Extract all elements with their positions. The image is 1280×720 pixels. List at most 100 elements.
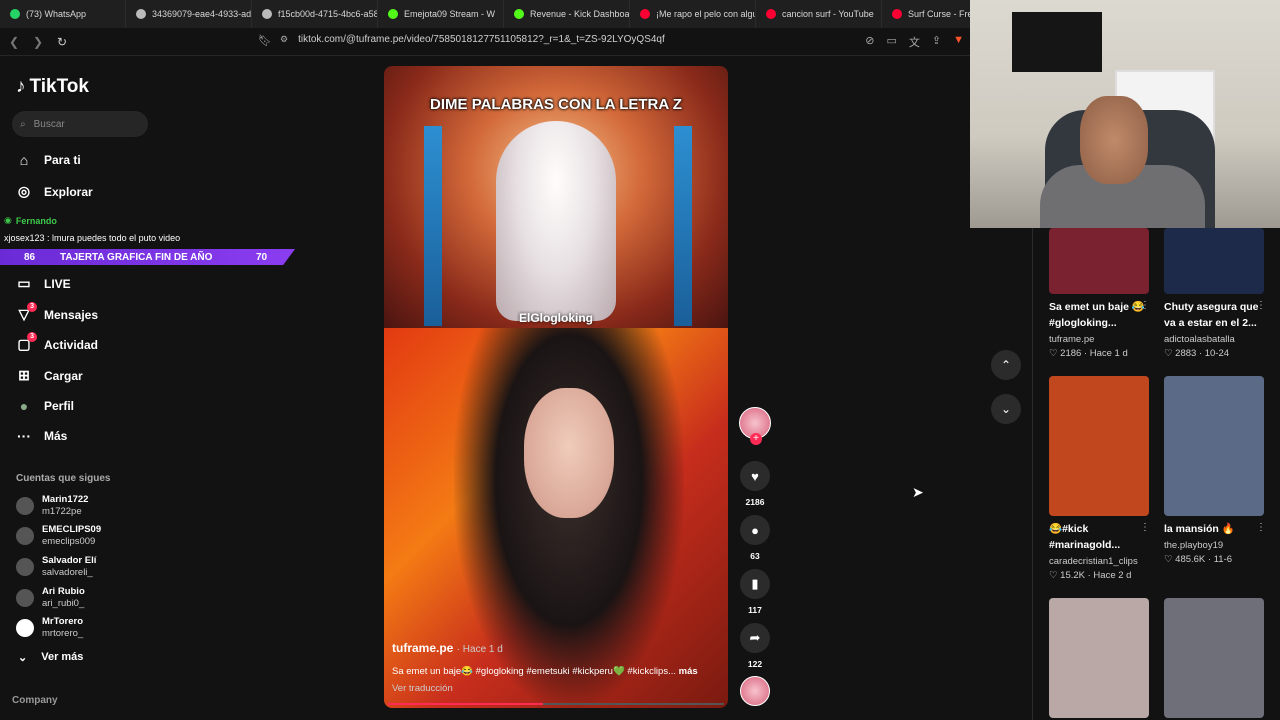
- mouse-cursor-icon: ➤: [912, 484, 924, 500]
- brave-icon[interactable]: ▼: [953, 34, 964, 50]
- related-thumbnail[interactable]: [1164, 228, 1264, 294]
- next-video-button[interactable]: ⌄: [991, 394, 1021, 424]
- more-link[interactable]: más: [679, 666, 698, 677]
- save-count: 117: [748, 605, 762, 615]
- author-name: tuframe.pe: [392, 641, 454, 655]
- tab-youtube-3[interactable]: Surf Curse - Frea: [882, 0, 970, 28]
- bookmark-icon[interactable]: 🔖︎: [258, 34, 272, 47]
- more-options-icon[interactable]: ⋮: [1140, 522, 1150, 533]
- banner-text: TAJERTA GRAFICA FIN DE AÑO: [60, 251, 213, 263]
- tab-kick-dashboard[interactable]: Revenue - Kick Dashboard: [504, 0, 630, 28]
- video-player[interactable]: DIME PALABRAS CON LA LETRA Z ElGloglokin…: [384, 66, 728, 708]
- back-icon[interactable]: ❮: [4, 32, 24, 52]
- youtube-icon: [766, 9, 776, 19]
- logo-text: TikTok: [29, 76, 89, 97]
- related-user[interactable]: adictoalasbatalla: [1164, 334, 1235, 345]
- forward-icon[interactable]: ❯: [28, 32, 48, 52]
- following-name: EMECLIPS09: [42, 524, 102, 535]
- following-item[interactable]: Marin1722 m1722pe: [16, 494, 88, 517]
- sidebar: ♪ TikTok ⌕ Buscar ⌂ Para ti ◎ Explorar ◉ Fern…: [0, 56, 300, 720]
- translate-link[interactable]: Ver traducción: [392, 683, 453, 694]
- nav-label: Perfil: [44, 399, 75, 413]
- related-user[interactable]: tuframe.pe: [1049, 334, 1094, 345]
- url-field[interactable]: ⚙ tiktok.com/@tuframe.pe/video/7585018127…: [280, 34, 665, 45]
- related-title[interactable]: Chuty asegura que va a estar en el 2...: [1164, 299, 1260, 331]
- chevron-up-icon: ⌃: [1000, 358, 1012, 372]
- nav-live[interactable]: ▭ LIVE: [16, 275, 71, 292]
- following-item[interactable]: EMECLIPS09 emeclips009: [16, 524, 101, 547]
- nav-perfil[interactable]: ● Perfil: [16, 398, 74, 414]
- search-input[interactable]: ⌕ Buscar: [12, 111, 148, 137]
- nav-label: LIVE: [44, 276, 71, 291]
- url-actions: ⊘ ▭ 文 ⇪ ▼: [865, 34, 964, 50]
- related-title[interactable]: la mansión 🔥: [1164, 521, 1260, 537]
- nav-explorar[interactable]: ◎ Explorar: [16, 183, 93, 200]
- nav-mensajes[interactable]: ▽ 3 Mensajes: [16, 302, 99, 323]
- avatar: [16, 588, 34, 607]
- related-thumbnail[interactable]: [1164, 376, 1264, 516]
- tab-doc-2[interactable]: f15cb00d-4715-4bc6-a58: [252, 0, 378, 28]
- related-thumbnail[interactable]: [1049, 376, 1149, 516]
- chat-badge-icon: ◉: [4, 215, 12, 225]
- avatar: [16, 618, 34, 637]
- tab-whatsapp[interactable]: (73) WhatsApp: [0, 0, 126, 28]
- tiktok-logo[interactable]: ♪ TikTok: [16, 76, 89, 98]
- video-author[interactable]: tuframe.pe · Hace 1 d: [392, 641, 503, 655]
- more-options-icon[interactable]: ⋮: [1256, 522, 1266, 533]
- previous-video-button[interactable]: ⌃: [991, 350, 1021, 380]
- save-button[interactable]: ▮ 117: [740, 569, 770, 615]
- tab-label: f15cb00d-4715-4bc6-a58: [278, 9, 378, 19]
- share-icon[interactable]: ⇪: [932, 34, 941, 50]
- following-username: ari_rubi0_: [42, 598, 85, 609]
- video-progress-bar[interactable]: [388, 703, 724, 705]
- follow-plus-icon[interactable]: +: [750, 433, 762, 445]
- related-title[interactable]: Sa emet un baje 😂#glogloking...: [1049, 299, 1145, 331]
- reload-icon[interactable]: ↻: [52, 32, 72, 52]
- search-placeholder: Buscar: [33, 118, 65, 130]
- company-link[interactable]: Company: [12, 695, 58, 706]
- compass-icon: ◎: [17, 183, 31, 199]
- translate-icon[interactable]: 文: [909, 34, 920, 50]
- tab-label: Surf Curse - Frea: [908, 9, 970, 19]
- tab-kick-stream[interactable]: Emejota09 Stream - W: [378, 0, 504, 28]
- more-options-icon[interactable]: ⋮: [1140, 300, 1150, 311]
- following-name: Marin1722: [42, 494, 89, 505]
- nav-para-ti[interactable]: ⌂ Para ti: [16, 152, 81, 168]
- chat-username: Fernando: [15, 215, 57, 226]
- tab-label: cancion surf - YouTube: [782, 9, 874, 19]
- nav-label: Mensajes: [44, 307, 99, 322]
- video-face: [524, 388, 614, 518]
- following-name: Ari Rubio: [42, 586, 85, 597]
- avatar: [16, 557, 34, 576]
- video-figure: [496, 121, 616, 321]
- related-thumbnail[interactable]: [1164, 598, 1264, 718]
- following-item[interactable]: Ari Rubio ari_rubi0_: [16, 586, 85, 609]
- following-item[interactable]: MrTorero mrtorero_: [16, 616, 83, 639]
- tab-youtube-1[interactable]: ¡Me rapo el pelo con algu: [630, 0, 756, 28]
- banner-right-value: 70: [256, 251, 268, 263]
- nav-actividad[interactable]: ▢ 3 Actividad: [16, 332, 98, 353]
- cast-icon[interactable]: ▭: [886, 34, 896, 50]
- comment-icon: ●: [740, 515, 770, 545]
- tab-youtube-2[interactable]: cancion surf - YouTube: [756, 0, 882, 28]
- share-button[interactable]: ➦ 122: [740, 623, 770, 669]
- site-info-icon: ⚙: [280, 34, 289, 44]
- more-options-icon[interactable]: ⋮: [1256, 300, 1266, 311]
- tab-doc-1[interactable]: 34369079-eae4-4933-add: [126, 0, 252, 28]
- sound-avatar[interactable]: [740, 676, 770, 706]
- related-title[interactable]: 😂#kick #marinagold...: [1049, 521, 1145, 553]
- tab-label: ¡Me rapo el pelo con algu: [656, 9, 756, 19]
- nav-cargar[interactable]: ⊞ Cargar: [16, 367, 83, 384]
- ver-mas-button[interactable]: ⌄ Ver más: [18, 651, 83, 664]
- comment-button[interactable]: ● 63: [740, 515, 770, 561]
- related-user[interactable]: the.playboy19: [1164, 540, 1223, 551]
- nav-mas[interactable]: ··· Más: [16, 428, 67, 444]
- mute-icon[interactable]: ⊘: [865, 34, 874, 50]
- related-thumbnail[interactable]: [1049, 598, 1149, 718]
- following-item[interactable]: Salvador Elí salvadoreli_: [16, 555, 96, 578]
- like-button[interactable]: ♥ 2186: [740, 461, 770, 507]
- nav-label: Más: [44, 429, 68, 443]
- related-user[interactable]: caradecristian1_clips: [1049, 556, 1138, 567]
- description-text: Sa emet un baje😂 #glogloking #emetsuki #…: [392, 666, 676, 677]
- related-thumbnail[interactable]: [1049, 228, 1149, 294]
